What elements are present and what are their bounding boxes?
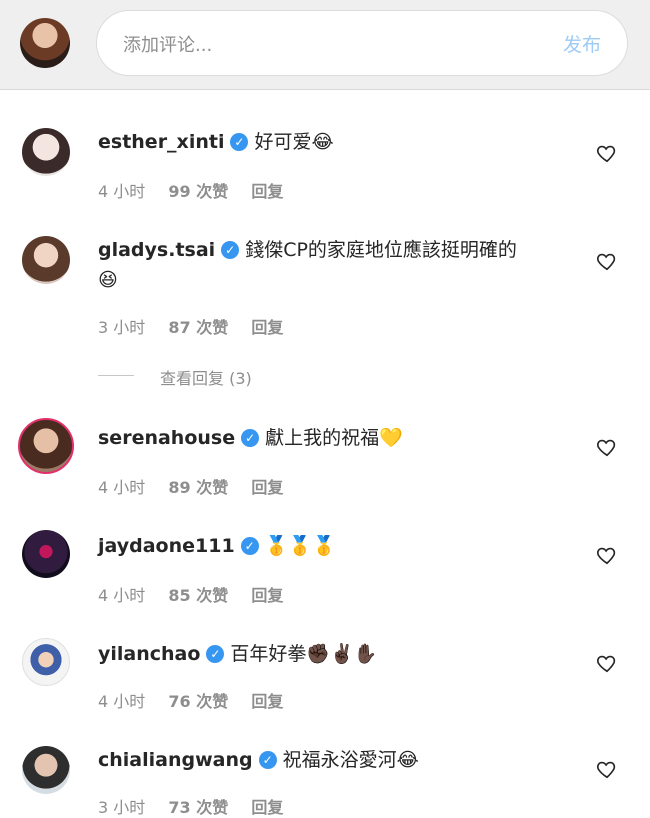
username[interactable]: jaydaone111 [98, 535, 235, 557]
comment-time: 4 小时 [98, 478, 146, 497]
comment-text: 好可爱😂 [254, 131, 334, 153]
comment-time: 4 小时 [98, 692, 146, 711]
reply-button[interactable]: 回复 [251, 318, 283, 337]
heart-outline-icon[interactable] [596, 436, 618, 458]
avatar[interactable] [22, 236, 70, 284]
comment-text: 祝福永浴愛河😂 [282, 749, 419, 771]
username[interactable]: gladys.tsai [98, 239, 215, 261]
reply-button[interactable]: 回复 [251, 798, 283, 817]
comment-time: 4 小时 [98, 182, 146, 201]
username[interactable]: serenahouse [98, 427, 235, 449]
current-user-avatar[interactable] [20, 18, 70, 68]
verified-badge-icon: ✓ [258, 751, 277, 769]
heart-outline-icon[interactable] [596, 758, 618, 780]
comment-meta: 3 小时 73 次赞 回复 [98, 794, 301, 818]
avatar[interactable] [18, 418, 74, 474]
comment-input-container[interactable]: 发布 [96, 10, 628, 76]
comment-time: 3 小时 [98, 318, 146, 337]
comment-meta: 4 小时 89 次赞 回复 [98, 474, 301, 498]
comment-meta: 4 小时 99 次赞 回复 [98, 178, 301, 202]
comment-composer: 发布 [0, 0, 650, 90]
like-count[interactable]: 99 次赞 [168, 182, 228, 201]
heart-outline-icon[interactable] [596, 544, 618, 566]
post-button[interactable]: 发布 [563, 30, 601, 57]
username[interactable]: yilanchao [98, 643, 200, 665]
verified-badge-icon: ✓ [240, 537, 259, 555]
comment-meta: 4 小时 85 次赞 回复 [98, 582, 301, 606]
heart-outline-icon[interactable] [596, 250, 618, 272]
like-count[interactable]: 87 次赞 [168, 318, 228, 337]
username[interactable]: esther_xinti [98, 131, 224, 153]
reply-button[interactable]: 回复 [251, 478, 283, 497]
like-count[interactable]: 73 次赞 [168, 798, 228, 817]
comment-meta: 4 小时 76 次赞 回复 [98, 688, 301, 712]
comment-meta: 3 小时 87 次赞 回复 [98, 314, 301, 338]
verified-badge-icon: ✓ [230, 133, 249, 151]
comment-time: 4 小时 [98, 586, 146, 605]
heart-outline-icon[interactable] [596, 142, 618, 164]
comment-input[interactable] [121, 29, 525, 61]
view-replies-button[interactable]: 查看回复 (3) [160, 365, 252, 389]
reply-button[interactable]: 回复 [251, 182, 283, 201]
reply-button[interactable]: 回复 [251, 692, 283, 711]
comment-text: 獻上我的祝福💛 [265, 427, 403, 449]
heart-outline-icon[interactable] [596, 652, 618, 674]
verified-badge-icon: ✓ [241, 429, 260, 447]
avatar[interactable] [22, 638, 70, 686]
comment-text: 🥇🥇🥇 [264, 535, 336, 557]
avatar[interactable] [22, 128, 70, 176]
divider-line [98, 375, 134, 376]
comment-text: 錢傑CP的家庭地位應該挺明確的 [245, 239, 517, 261]
username[interactable]: chialiangwang [98, 749, 253, 771]
comment-text: 百年好拳✊🏿✌🏿✋🏿 [230, 643, 378, 665]
like-count[interactable]: 85 次赞 [168, 586, 228, 605]
verified-badge-icon: ✓ [221, 241, 240, 259]
like-count[interactable]: 89 次赞 [168, 478, 228, 497]
reply-button[interactable]: 回复 [251, 586, 283, 605]
verified-badge-icon: ✓ [206, 645, 225, 663]
avatar[interactable] [22, 746, 70, 794]
comment-text-continued: 😆 [98, 269, 118, 291]
avatar[interactable] [22, 530, 70, 578]
like-count[interactable]: 76 次赞 [168, 692, 228, 711]
comment-time: 3 小时 [98, 798, 146, 817]
